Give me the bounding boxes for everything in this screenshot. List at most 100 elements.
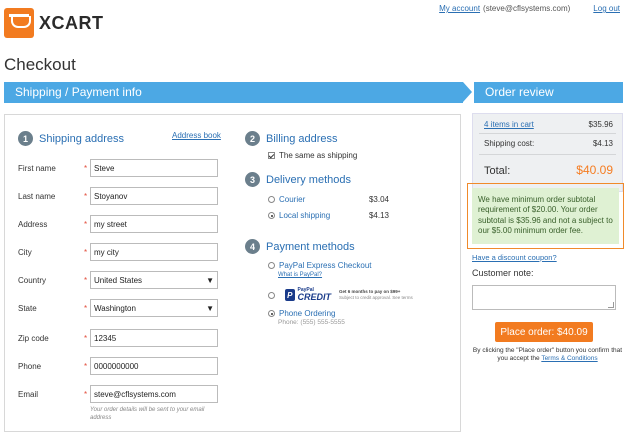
account-email: (steve@cflsystems.com) xyxy=(483,4,571,13)
phone-ordering-radio[interactable] xyxy=(268,310,275,317)
address-row: Address * my street xyxy=(18,215,218,233)
brand-name: XCART xyxy=(39,12,104,33)
paypal-credit-radio[interactable] xyxy=(268,291,275,299)
paypal-credit-promo-line2: Subject to credit approval. See terms xyxy=(339,295,413,300)
city-input[interactable]: my city xyxy=(90,243,218,261)
country-select[interactable]: United States ▼ xyxy=(90,271,218,289)
step-number-3: 3 xyxy=(245,172,260,187)
state-label: State xyxy=(18,303,37,313)
billing-address-title: Billing address xyxy=(266,132,338,145)
courier-radio[interactable] xyxy=(268,196,275,203)
state-row: State * Washington ▼ xyxy=(18,299,218,317)
customer-note-textarea[interactable] xyxy=(472,285,616,310)
divider xyxy=(479,154,616,155)
email-hint: Your order details will be sent to your … xyxy=(90,407,205,421)
dropdown-arrow-icon: ▼ xyxy=(206,275,214,285)
first-name-row: First name * Steve xyxy=(18,159,218,177)
step-order-review: Order review xyxy=(474,82,623,103)
total-value: $40.09 xyxy=(576,163,613,177)
last-name-label: Last name xyxy=(18,191,56,201)
payment-option-paypal-express[interactable]: PayPal Express Checkout xyxy=(268,261,372,270)
logout-link[interactable]: Log out xyxy=(593,4,620,13)
shipping-cost-value: $4.13 xyxy=(592,139,613,148)
step-number-2: 2 xyxy=(245,131,260,146)
country-label: Country xyxy=(18,275,47,285)
same-as-shipping-label: The same as shipping xyxy=(279,151,358,160)
zip-input[interactable]: 12345 xyxy=(90,329,218,347)
payment-option-paypal-credit[interactable]: P PayPal CREDIT Get 6 months to pay on $… xyxy=(268,286,413,304)
order-review-summary: 4 items in cart $35.96 Shipping cost: $4… xyxy=(472,113,623,192)
paypal-express-label: PayPal Express Checkout xyxy=(279,261,372,270)
same-as-shipping-row[interactable]: The same as shipping xyxy=(268,151,357,160)
step-shipping-payment: Shipping / Payment info xyxy=(4,82,463,103)
place-order-button[interactable]: Place order: $40.09 xyxy=(495,322,593,342)
logo[interactable]: XCART xyxy=(4,8,104,38)
delivery-option-local[interactable]: Local shipping $4.13 xyxy=(268,211,389,220)
dropdown-arrow-icon: ▼ xyxy=(206,303,214,313)
courier-label: Courier xyxy=(279,195,306,204)
phone-input[interactable]: 0000000000 xyxy=(90,357,218,375)
phone-ordering-number: Phone: (555) 555-5555 xyxy=(278,319,345,326)
last-name-input[interactable]: Stoyanov xyxy=(90,187,218,205)
items-row: 4 items in cart $35.96 xyxy=(484,120,613,129)
local-shipping-label: Local shipping xyxy=(279,211,331,220)
address-book-link[interactable]: Address book xyxy=(172,131,221,140)
address-label: Address xyxy=(18,219,48,229)
shipping-address-header: 1 Shipping address xyxy=(18,131,124,146)
delivery-methods-header: 3 Delivery methods xyxy=(245,172,351,187)
first-name-label: First name xyxy=(18,163,56,173)
last-name-row: Last name * Stoyanov xyxy=(18,187,218,205)
address-input[interactable]: my street xyxy=(90,215,218,233)
items-subtotal: $35.96 xyxy=(588,120,613,129)
paypal-p-icon: P xyxy=(285,289,295,301)
billing-address-header: 2 Billing address xyxy=(245,131,338,146)
email-row: Email * steve@cflsystems.com xyxy=(18,385,218,403)
minimum-order-notice-text: We have minimum order subtotal requireme… xyxy=(472,188,619,244)
phone-ordering-label: Phone Ordering xyxy=(279,309,336,318)
paypal-credit-promo: Get 6 months to pay on $99+ Subject to c… xyxy=(339,289,413,300)
payment-methods-title: Payment methods xyxy=(266,240,355,253)
paypal-credit-banner: P PayPal CREDIT Get 6 months to pay on $… xyxy=(285,286,413,304)
local-shipping-price: $4.13 xyxy=(368,211,389,220)
shipping-address-title: Shipping address xyxy=(39,132,125,145)
what-is-paypal-link[interactable]: What is PayPal? xyxy=(278,272,322,278)
country-value: United States xyxy=(94,275,143,285)
zip-row: Zip code * 12345 xyxy=(18,329,218,347)
page-title: Checkout xyxy=(4,55,76,74)
zip-label: Zip code xyxy=(18,333,49,343)
shipping-cost-label: Shipping cost: xyxy=(484,139,535,148)
cart-logo-icon xyxy=(4,8,34,38)
state-select[interactable]: Washington ▼ xyxy=(90,299,218,317)
divider xyxy=(479,133,616,134)
my-account-link[interactable]: My account xyxy=(439,4,480,13)
first-name-input[interactable]: Steve xyxy=(90,159,218,177)
customer-note-label: Customer note: xyxy=(472,268,534,278)
items-in-cart-link[interactable]: 4 items in cart xyxy=(484,120,534,129)
phone-row: Phone * 0000000000 xyxy=(18,357,218,375)
account-links: My account (steve@cflsystems.com) Log ou… xyxy=(439,4,620,13)
discount-coupon-link[interactable]: Have a discount coupon? xyxy=(472,253,557,262)
country-row: Country * United States ▼ xyxy=(18,271,218,289)
city-label: City xyxy=(18,247,32,257)
courier-price: $3.04 xyxy=(368,195,389,204)
same-as-shipping-checkbox[interactable] xyxy=(268,152,275,159)
minimum-order-notice: We have minimum order subtotal requireme… xyxy=(467,183,624,249)
email-label: Email xyxy=(18,389,39,399)
delivery-option-courier[interactable]: Courier $3.04 xyxy=(268,195,389,204)
delivery-methods-title: Delivery methods xyxy=(266,173,351,186)
terms-link[interactable]: Terms & Conditions xyxy=(541,355,597,362)
total-label: Total: xyxy=(484,165,511,177)
terms-notice: By clicking the "Place order" button you… xyxy=(472,347,623,364)
shipping-cost-row: Shipping cost: $4.13 xyxy=(484,139,613,148)
local-shipping-radio[interactable] xyxy=(268,212,275,219)
paypal-logo-credit: CREDIT xyxy=(297,292,332,302)
phone-label: Phone xyxy=(18,361,42,371)
email-input[interactable]: steve@cflsystems.com xyxy=(90,385,218,403)
total-row: Total: $40.09 xyxy=(484,163,613,177)
payment-option-phone-ordering[interactable]: Phone Ordering xyxy=(268,309,335,318)
paypal-credit-logo: P PayPal CREDIT xyxy=(285,286,331,304)
step-number-1: 1 xyxy=(18,131,33,146)
payment-methods-header: 4 Payment methods xyxy=(245,239,355,254)
step-number-4: 4 xyxy=(245,239,260,254)
paypal-express-radio[interactable] xyxy=(268,262,275,269)
